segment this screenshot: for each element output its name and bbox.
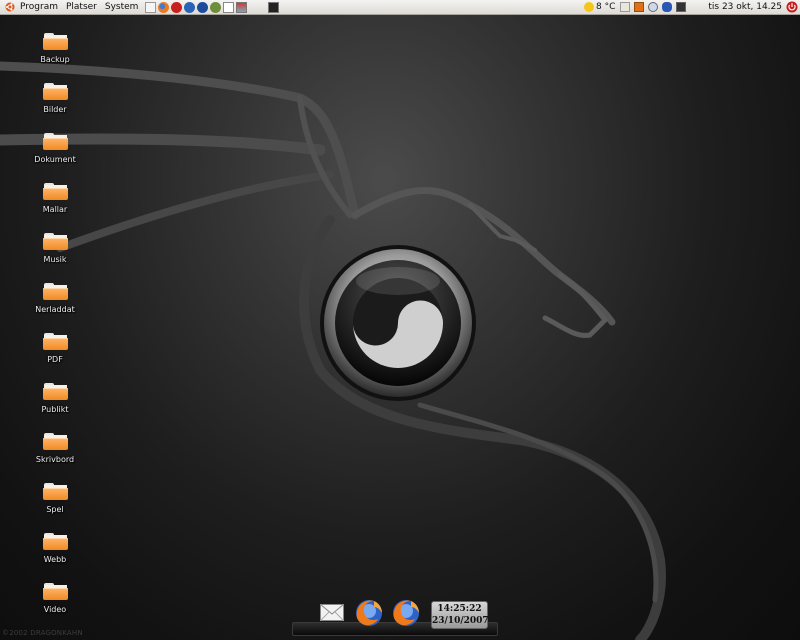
firefox-icon[interactable] (158, 1, 170, 13)
folder-icon (42, 383, 68, 400)
desktop-icon-label: Publikt (41, 405, 69, 414)
folder-icon (42, 233, 68, 250)
ubuntu-logo-icon[interactable] (5, 2, 15, 12)
terminal-icon[interactable] (268, 1, 280, 13)
panel-launchers (144, 1, 280, 13)
desktop-icon-label: Spel (46, 505, 64, 514)
gimp-icon[interactable] (210, 1, 222, 13)
firefox-icon[interactable] (391, 598, 421, 628)
folder-icon (42, 483, 68, 500)
desktop[interactable]: ©2002 DRAGONKAHN Program Platser System … (0, 0, 800, 640)
desktop-icon-label: Bilder (43, 105, 67, 114)
panel-tray: 8 °C tis 23 okt, 14.25 (582, 0, 800, 15)
desktop-icon-mallar[interactable]: Mallar (25, 181, 85, 227)
folder-icon (42, 33, 68, 50)
folder-icon (42, 133, 68, 150)
menu-platser[interactable]: Platser (62, 0, 101, 15)
firefox-icon[interactable] (354, 598, 384, 628)
desktop-icon-publikt[interactable]: Publikt (25, 381, 85, 427)
desktop-icon-spel[interactable]: Spel (25, 481, 85, 527)
desktop-icon-label: Webb (43, 555, 67, 564)
desktop-icon-label: Dokument (34, 155, 76, 164)
web-icon[interactable] (184, 1, 196, 13)
desktop-icon-label: Skrivbord (35, 455, 75, 464)
display-icon[interactable] (676, 2, 687, 12)
network-icon[interactable] (648, 2, 659, 12)
trash-tray-icon[interactable] (634, 2, 645, 12)
desktop-icon-label: PDF (47, 355, 63, 364)
desktop-icon-label: Backup (40, 55, 70, 64)
weather-temperature[interactable]: 8 °C (596, 2, 615, 12)
wallpaper-watermark: ©2002 DRAGONKAHN (2, 629, 83, 637)
desktop-icon-musik[interactable]: Musik (25, 231, 85, 277)
menu-program[interactable]: Program (16, 0, 62, 15)
desktop-icon-webb[interactable]: Webb (25, 531, 85, 577)
bluetooth-icon[interactable] (662, 2, 673, 12)
dock-clock-date: 23/10/2007 (432, 616, 489, 626)
folder-icon (42, 433, 68, 450)
folder-icon (42, 333, 68, 350)
desktop-icon-skrivbord[interactable]: Skrivbord (25, 431, 85, 477)
power-icon[interactable] (786, 1, 798, 13)
desktop-icon-dokument[interactable]: Dokument (25, 131, 85, 177)
sun-icon[interactable] (583, 2, 594, 12)
text-editor-icon[interactable] (223, 1, 235, 13)
desktop-icon-label: Nerladdat (35, 305, 75, 314)
top-panel: Program Platser System 8 °C tis 23 okt, … (0, 0, 800, 15)
folder-icon (42, 583, 68, 600)
notes-icon[interactable] (145, 1, 157, 13)
desktop-icon-nerladdat[interactable]: Nerladdat (25, 281, 85, 327)
mail-icon[interactable] (320, 604, 344, 621)
desktop-icon-backup[interactable]: Backup (25, 31, 85, 77)
panel-clock[interactable]: tis 23 okt, 14.25 (708, 2, 782, 12)
photo-icon[interactable] (236, 1, 248, 13)
desktop-icon-label: Video (43, 605, 67, 614)
dock-clock[interactable]: 14:25:22 23/10/2007 (431, 601, 489, 629)
help-icon[interactable] (197, 1, 209, 13)
folder-icon (42, 533, 68, 550)
notes-tray-icon[interactable] (620, 2, 631, 12)
folder-icon (42, 283, 68, 300)
desktop-icon-video[interactable]: Video (25, 581, 85, 627)
evolution-icon[interactable] (171, 1, 183, 13)
folder-icon (42, 183, 68, 200)
dock-clock-time: 14:25:22 (437, 604, 482, 614)
yin-yang-orb (320, 245, 476, 401)
desktop-icon-label: Mallar (42, 205, 68, 214)
desktop-icon-label: Musik (43, 255, 67, 264)
menu-system[interactable]: System (101, 0, 143, 15)
desktop-icon-bilder[interactable]: Bilder (25, 81, 85, 127)
folder-icon (42, 83, 68, 100)
desktop-icon-pdf[interactable]: PDF (25, 331, 85, 377)
